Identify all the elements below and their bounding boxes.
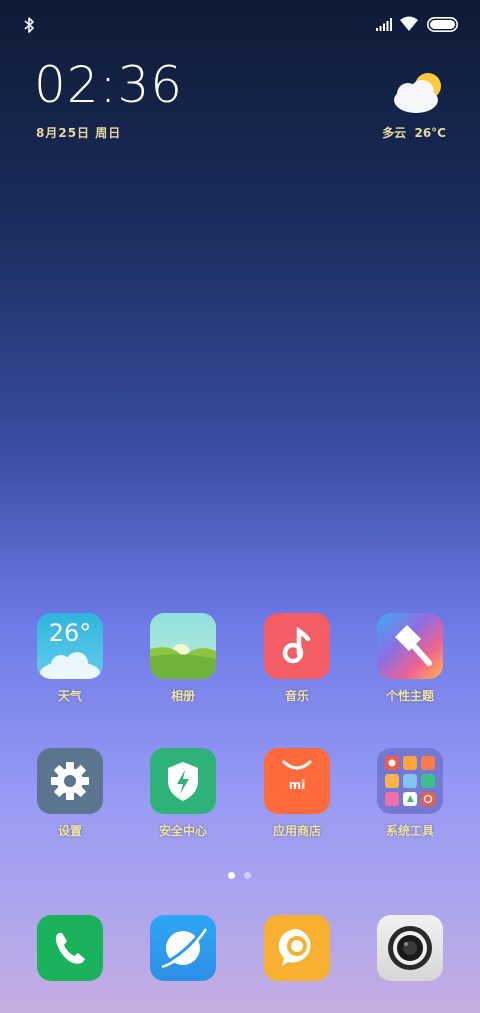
- camera-icon[interactable]: [377, 915, 443, 981]
- gallery-app-icon[interactable]: [150, 613, 216, 679]
- signal-icon: [376, 18, 392, 31]
- app-settings[interactable]: 设置: [15, 748, 125, 839]
- clock-date: 8月25日 周日: [36, 126, 122, 140]
- status-bar: [0, 0, 480, 50]
- bluetooth-icon: [24, 17, 34, 33]
- settings-app-icon[interactable]: [37, 748, 103, 814]
- app-label: 相册: [170, 689, 195, 703]
- partly-cloudy-icon[interactable]: [388, 68, 446, 116]
- app-label: 系统工具: [385, 824, 434, 838]
- dock-phone[interactable]: [15, 915, 125, 981]
- app-themes[interactable]: 个性主题: [355, 613, 465, 704]
- themes-app-icon[interactable]: [377, 613, 443, 679]
- security-app-icon[interactable]: [150, 748, 216, 814]
- app-label: 安全中心: [158, 824, 207, 838]
- dock-browser[interactable]: [128, 915, 238, 981]
- tools-folder-icon[interactable]: [377, 748, 443, 814]
- app-store[interactable]: mi 应用商店: [242, 748, 352, 839]
- app-security[interactable]: 安全中心: [128, 748, 238, 839]
- weather-condition: 多云: [382, 126, 407, 140]
- app-label: 音乐: [284, 689, 309, 703]
- music-app-icon[interactable]: [264, 613, 330, 679]
- clock-time[interactable]: 02:36: [34, 60, 183, 110]
- app-store-icon[interactable]: mi: [264, 748, 330, 814]
- wifi-icon: [400, 16, 418, 31]
- app-label: 天气: [57, 689, 82, 703]
- page-indicator[interactable]: [225, 872, 255, 880]
- page-dot[interactable]: [244, 872, 251, 879]
- app-label: 个性主题: [385, 689, 434, 703]
- app-label: 应用商店: [272, 824, 321, 838]
- app-label: 设置: [57, 824, 82, 838]
- browser-icon[interactable]: [150, 915, 216, 981]
- app-gallery[interactable]: 相册: [128, 613, 238, 704]
- app-store-logo: mi: [288, 778, 306, 792]
- messages-icon[interactable]: [264, 915, 330, 981]
- weather-temperature: 26°C: [414, 126, 446, 140]
- weather-summary: 多云 26°C: [382, 124, 446, 141]
- weather-app-icon[interactable]: 26°: [37, 613, 103, 679]
- folder-system-tools[interactable]: 系统工具: [355, 748, 465, 839]
- battery-icon: [427, 17, 458, 32]
- weather-app-temp: 26°: [48, 619, 92, 647]
- app-weather[interactable]: 26° 天气: [15, 613, 125, 704]
- dock-camera[interactable]: [355, 915, 465, 981]
- app-music[interactable]: 音乐: [242, 613, 352, 704]
- page-dot-active[interactable]: [228, 872, 235, 879]
- phone-icon[interactable]: [37, 915, 103, 981]
- dock-messages[interactable]: [242, 915, 352, 981]
